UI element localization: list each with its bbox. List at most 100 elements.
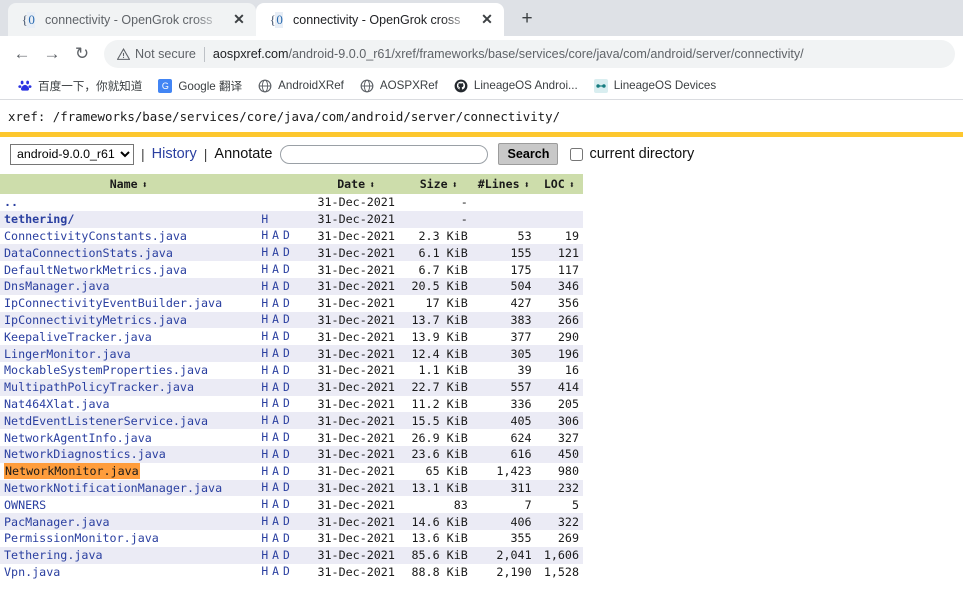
- table-row[interactable]: PacManager.java H A D 31-Dec-2021 14.6 KiB 406…: [0, 513, 583, 530]
- file-link[interactable]: Tethering.java: [4, 548, 103, 562]
- table-row[interactable]: Nat464Xlat.java H A D 31-Dec-2021 11.2 KiB 336…: [0, 395, 583, 413]
- download-link[interactable]: D: [283, 481, 291, 494]
- new-tab-button[interactable]: +: [512, 5, 542, 33]
- annotate-link[interactable]: A: [272, 481, 280, 494]
- table-row[interactable]: NetworkDiagnostics.java H A D 31-Dec-2021 23.…: [0, 445, 583, 463]
- download-link[interactable]: D: [283, 565, 291, 578]
- search-input[interactable]: [280, 144, 489, 164]
- annotate-link[interactable]: A: [272, 498, 280, 511]
- table-row[interactable]: MultipathPolicyTracker.java H A D 31-Dec-202…: [0, 378, 583, 396]
- annotate-link[interactable]: Annotate: [214, 146, 272, 162]
- file-link[interactable]: MultipathPolicyTracker.java: [4, 380, 194, 394]
- download-link[interactable]: D: [283, 229, 291, 242]
- xref-path[interactable]: /frameworks/base/services/core/java/com/…: [53, 109, 560, 124]
- annotate-link[interactable]: A: [272, 414, 280, 427]
- download-link[interactable]: D: [283, 381, 291, 394]
- search-button[interactable]: Search: [498, 143, 559, 165]
- column-header-lines[interactable]: #Lines ⬍: [471, 174, 536, 194]
- annotate-link[interactable]: A: [272, 280, 280, 293]
- download-link[interactable]: D: [283, 397, 291, 410]
- file-link[interactable]: DefaultNetworkMetrics.java: [4, 263, 187, 277]
- history-link[interactable]: H: [261, 431, 269, 444]
- download-link[interactable]: D: [283, 549, 291, 562]
- history-link[interactable]: H: [261, 397, 269, 410]
- sort-icon[interactable]: ⬍: [452, 180, 458, 191]
- file-link[interactable]: IpConnectivityMetrics.java: [4, 313, 187, 327]
- annotate-link[interactable]: A: [272, 565, 280, 578]
- table-row[interactable]: NetdEventListenerService.java H A D 31-Dec-2…: [0, 412, 583, 430]
- history-link[interactable]: H: [261, 280, 269, 293]
- annotate-link[interactable]: A: [272, 263, 280, 276]
- table-row[interactable]: DefaultNetworkMetrics.java H A D 31-Dec-2021…: [0, 261, 583, 278]
- column-header-name[interactable]: Name ⬍: [0, 174, 258, 194]
- table-row[interactable]: tethering/H 31-Dec-2021 -: [0, 210, 583, 228]
- table-row[interactable]: DataConnectionStats.java H A D 31-Dec-2021 6.…: [0, 244, 583, 262]
- directory-link[interactable]: tethering/: [4, 212, 74, 226]
- history-link[interactable]: H: [261, 381, 269, 394]
- history-link[interactable]: H: [261, 448, 269, 461]
- download-link[interactable]: D: [283, 347, 291, 360]
- file-link[interactable]: NetworkMonitor.java: [4, 463, 140, 480]
- history-link[interactable]: H: [261, 498, 269, 511]
- file-link[interactable]: NetworkNotificationManager.java: [4, 481, 222, 495]
- table-row[interactable]: IpConnectivityMetrics.java H A D 31-Dec-2021…: [0, 311, 583, 329]
- history-link[interactable]: H: [261, 347, 269, 360]
- annotate-link[interactable]: A: [272, 515, 280, 528]
- table-row[interactable]: NetworkNotificationManager.java H A D 31-Dec…: [0, 479, 583, 497]
- history-link[interactable]: H: [261, 532, 269, 545]
- download-link[interactable]: D: [283, 280, 291, 293]
- sort-icon[interactable]: ⬍: [524, 180, 530, 191]
- file-link[interactable]: IpConnectivityEventBuilder.java: [4, 296, 222, 310]
- annotate-link[interactable]: A: [272, 381, 280, 394]
- file-link[interactable]: DnsManager.java: [4, 279, 110, 293]
- current-directory-checkbox-wrap[interactable]: current directory: [570, 146, 694, 162]
- back-icon[interactable]: ←: [8, 40, 36, 68]
- browser-tab-2[interactable]: {0 connectivity - OpenGrok cross ✕: [256, 3, 504, 36]
- annotate-link[interactable]: A: [272, 397, 280, 410]
- history-link[interactable]: H: [261, 549, 269, 562]
- file-link[interactable]: Vpn.java: [4, 565, 60, 579]
- annotate-link[interactable]: A: [272, 229, 280, 242]
- history-link[interactable]: H: [261, 297, 269, 310]
- download-link[interactable]: D: [283, 498, 291, 511]
- file-link[interactable]: PacManager.java: [4, 515, 110, 529]
- current-directory-checkbox[interactable]: [570, 147, 584, 161]
- file-link[interactable]: LingerMonitor.java: [4, 347, 131, 361]
- annotate-link[interactable]: A: [272, 347, 280, 360]
- table-row[interactable]: Tethering.java H A D 31-Dec-2021 85.6 KiB 2,04…: [0, 546, 583, 564]
- file-link[interactable]: KeepaliveTracker.java: [4, 330, 152, 344]
- table-row[interactable]: ConnectivityConstants.java H A D 31-Dec-2021…: [0, 227, 583, 245]
- file-link[interactable]: PermissionMonitor.java: [4, 531, 159, 545]
- bookmark-baidu[interactable]: 百度一下，你就知道: [10, 75, 150, 97]
- download-link[interactable]: D: [283, 330, 291, 343]
- table-row[interactable]: LingerMonitor.java H A D 31-Dec-2021 12.4 KiB…: [0, 345, 583, 362]
- file-link[interactable]: NetworkDiagnostics.java: [4, 447, 166, 461]
- forward-icon[interactable]: →: [38, 40, 66, 68]
- table-row[interactable]: NetworkMonitor.java H A D 31-Dec-2021 65 KiB 1…: [0, 462, 583, 480]
- download-link[interactable]: D: [283, 448, 291, 461]
- table-row[interactable]: .. 31-Dec-2021 -: [0, 194, 583, 211]
- file-link[interactable]: MockableSystemProperties.java: [4, 363, 208, 377]
- annotate-link[interactable]: A: [272, 364, 280, 377]
- annotate-link[interactable]: A: [272, 532, 280, 545]
- download-link[interactable]: D: [283, 246, 291, 259]
- history-link[interactable]: H: [261, 246, 269, 259]
- history-link[interactable]: H: [261, 229, 269, 242]
- annotate-link[interactable]: A: [272, 297, 280, 310]
- table-row[interactable]: OWNERS H A D 31-Dec-2021 83 7 5: [0, 496, 583, 514]
- table-row[interactable]: DnsManager.java H A D 31-Dec-2021 20.5 KiB 504…: [0, 277, 583, 295]
- download-link[interactable]: D: [283, 263, 291, 276]
- history-link[interactable]: History: [152, 146, 197, 162]
- file-link[interactable]: Nat464Xlat.java: [4, 397, 110, 411]
- annotate-link[interactable]: A: [272, 313, 280, 326]
- annotate-link[interactable]: A: [272, 465, 280, 478]
- annotate-link[interactable]: A: [272, 431, 280, 444]
- column-header-size[interactable]: Size ⬍: [405, 174, 472, 194]
- project-select[interactable]: android-9.0.0_r61: [10, 143, 134, 165]
- sort-icon[interactable]: ⬍: [142, 180, 148, 191]
- table-row[interactable]: IpConnectivityEventBuilder.java H A D 31-Dec…: [0, 294, 583, 312]
- annotate-link[interactable]: A: [272, 330, 280, 343]
- close-icon[interactable]: ✕: [478, 11, 496, 29]
- column-header-loc[interactable]: LOC ⬍: [535, 174, 583, 194]
- sort-icon[interactable]: ⬍: [369, 180, 375, 191]
